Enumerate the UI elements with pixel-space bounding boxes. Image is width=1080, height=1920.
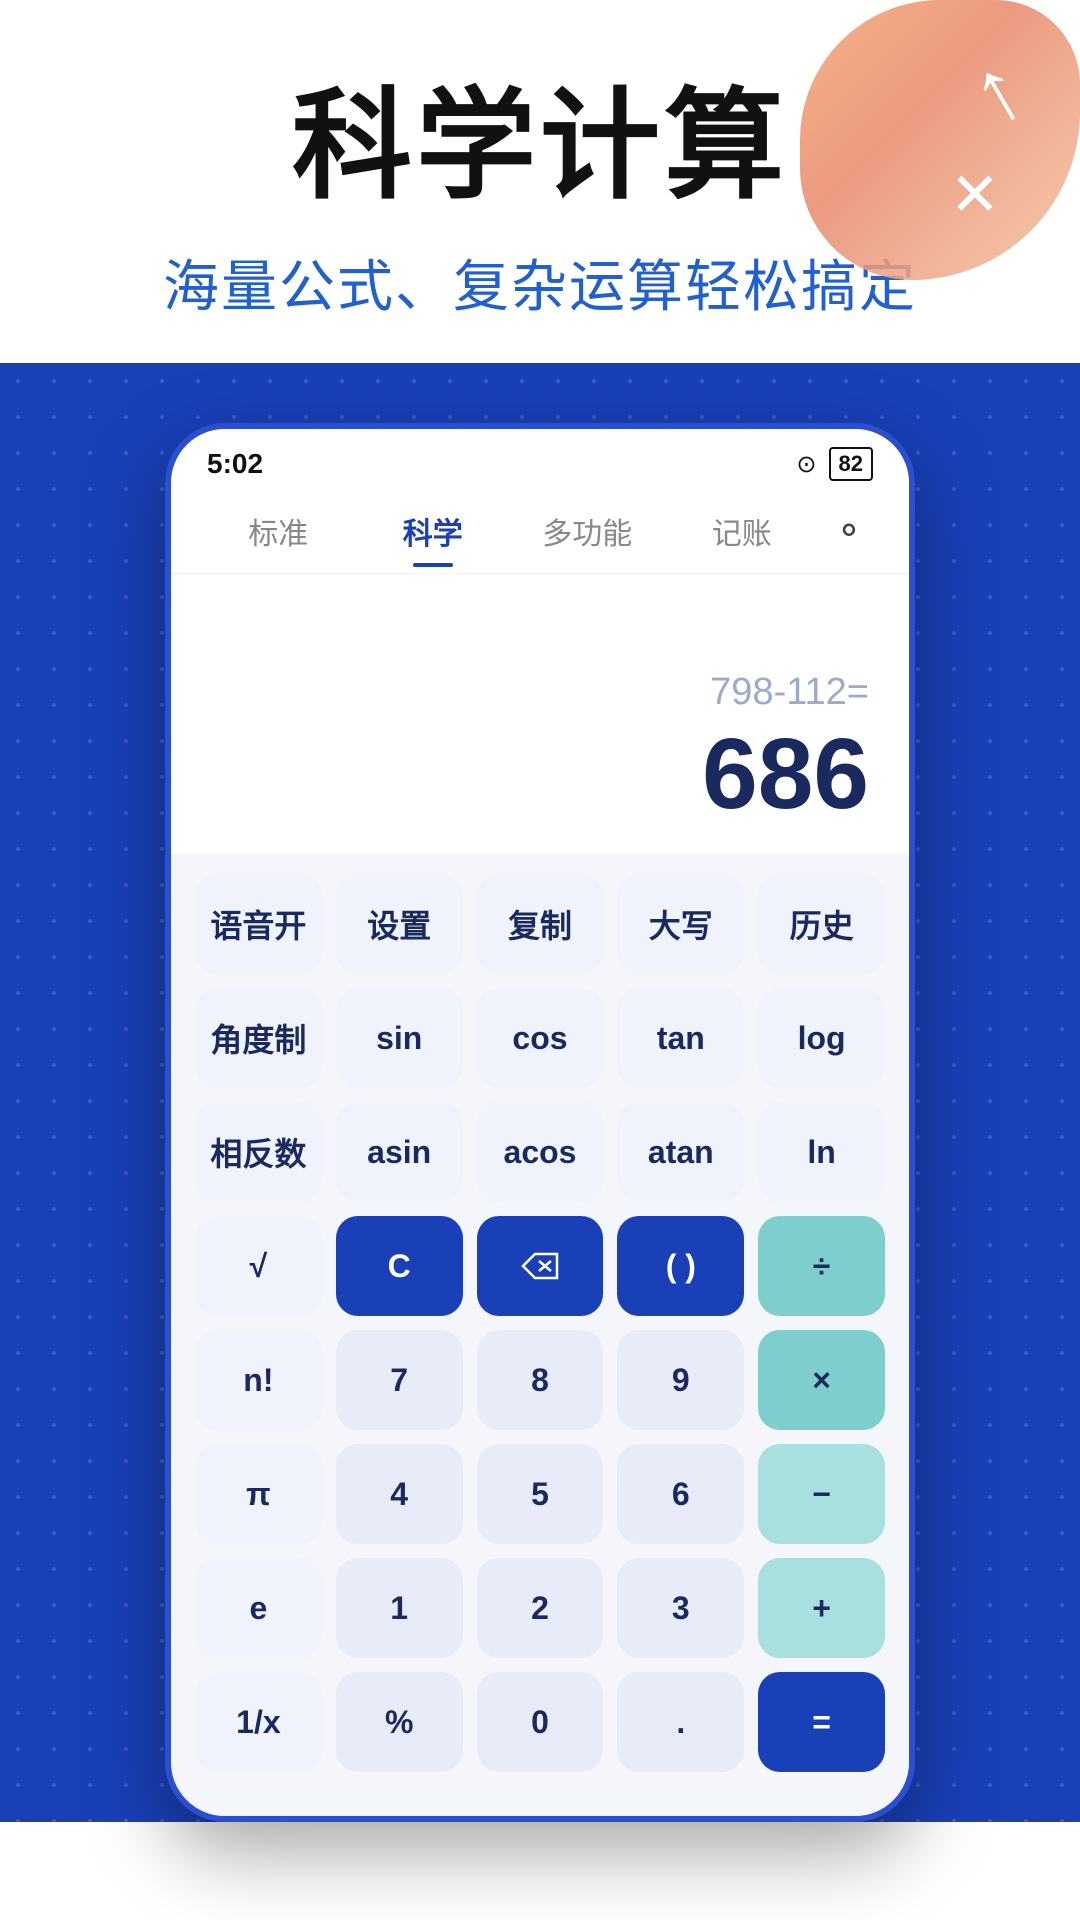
key-pi[interactable]: π — [195, 1444, 322, 1544]
key-row-4: n! 7 8 9 × — [195, 1330, 885, 1430]
key-euler[interactable]: e — [195, 1558, 322, 1658]
backspace-icon — [521, 1252, 559, 1280]
key-voice[interactable]: 语音开 — [195, 874, 322, 974]
key-negate[interactable]: 相反数 — [195, 1102, 322, 1202]
key-clear[interactable]: C — [336, 1216, 463, 1316]
key-uppercase[interactable]: 大写 — [617, 874, 744, 974]
expression: 798-112= — [710, 671, 869, 714]
key-2[interactable]: 2 — [477, 1558, 604, 1658]
result: 686 — [702, 724, 869, 824]
phone-mockup: 5:02 ⊙ 82 标准 科学 多功能 记账 ⚬ 798-112= 686 — [165, 423, 915, 1822]
nav-tabs: 标准 科学 多功能 记账 ⚬ — [171, 489, 909, 574]
key-copy[interactable]: 复制 — [477, 874, 604, 974]
profile-button[interactable]: ⚬ — [819, 501, 879, 561]
key-5[interactable]: 5 — [477, 1444, 604, 1544]
key-divide[interactable]: ÷ — [758, 1216, 885, 1316]
key-3[interactable]: 3 — [617, 1558, 744, 1658]
status-bar: 5:02 ⊙ 82 — [171, 429, 909, 489]
deco-star: ✕ — [950, 160, 1000, 230]
key-acos[interactable]: acos — [477, 1102, 604, 1202]
key-row-5: π 4 5 6 − — [195, 1444, 885, 1544]
tab-science[interactable]: 科学 — [356, 499, 511, 563]
key-equals[interactable]: = — [758, 1672, 885, 1772]
key-reciprocal[interactable]: 1/x — [195, 1672, 322, 1772]
key-asin[interactable]: asin — [336, 1102, 463, 1202]
key-percent[interactable]: % — [336, 1672, 463, 1772]
key-degree[interactable]: 角度制 — [195, 988, 322, 1088]
key-6[interactable]: 6 — [617, 1444, 744, 1544]
key-backspace[interactable] — [477, 1216, 604, 1316]
key-tan[interactable]: tan — [617, 988, 744, 1088]
display-area: 798-112= 686 — [171, 574, 909, 854]
key-1[interactable]: 1 — [336, 1558, 463, 1658]
tab-multifunction[interactable]: 多功能 — [510, 499, 665, 563]
keypad: 语音开 设置 复制 大写 历史 角度制 sin cos tan log 相反数 … — [171, 854, 909, 1816]
key-row-6: e 1 2 3 + — [195, 1558, 885, 1658]
key-sqrt[interactable]: √ — [195, 1216, 322, 1316]
key-0[interactable]: 0 — [477, 1672, 604, 1772]
status-icons: ⊙ 82 — [796, 447, 873, 481]
blue-section: 5:02 ⊙ 82 标准 科学 多功能 记账 ⚬ 798-112= 686 — [0, 363, 1080, 1822]
status-time: 5:02 — [207, 448, 263, 480]
key-minus[interactable]: − — [758, 1444, 885, 1544]
tab-standard[interactable]: 标准 — [201, 499, 356, 563]
key-row-7: 1/x % 0 . = — [195, 1672, 885, 1772]
key-4[interactable]: 4 — [336, 1444, 463, 1544]
key-parens[interactable]: ( ) — [617, 1216, 744, 1316]
key-settings[interactable]: 设置 — [336, 874, 463, 974]
key-row-3: √ C ( ) ÷ — [195, 1216, 885, 1316]
key-cos[interactable]: cos — [477, 988, 604, 1088]
key-row-2: 相反数 asin acos atan ln — [195, 1102, 885, 1202]
key-row-1: 角度制 sin cos tan log — [195, 988, 885, 1088]
wifi-icon: ⊙ — [796, 450, 816, 479]
key-atan[interactable]: atan — [617, 1102, 744, 1202]
tab-accounting[interactable]: 记账 — [665, 499, 820, 563]
deco-blob — [800, 0, 1080, 280]
key-dot[interactable]: . — [617, 1672, 744, 1772]
key-ln[interactable]: ln — [758, 1102, 885, 1202]
key-9[interactable]: 9 — [617, 1330, 744, 1430]
battery-badge: 82 — [829, 447, 873, 481]
key-plus[interactable]: + — [758, 1558, 885, 1658]
key-log[interactable]: log — [758, 988, 885, 1088]
key-7[interactable]: 7 — [336, 1330, 463, 1430]
key-factorial[interactable]: n! — [195, 1330, 322, 1430]
key-row-0: 语音开 设置 复制 大写 历史 — [195, 874, 885, 974]
top-section: ↑ ✕ 科学计算 海量公式、复杂运算轻松搞定 — [0, 0, 1080, 363]
key-8[interactable]: 8 — [477, 1330, 604, 1430]
key-sin[interactable]: sin — [336, 988, 463, 1088]
key-multiply[interactable]: × — [758, 1330, 885, 1430]
key-history[interactable]: 历史 — [758, 874, 885, 974]
